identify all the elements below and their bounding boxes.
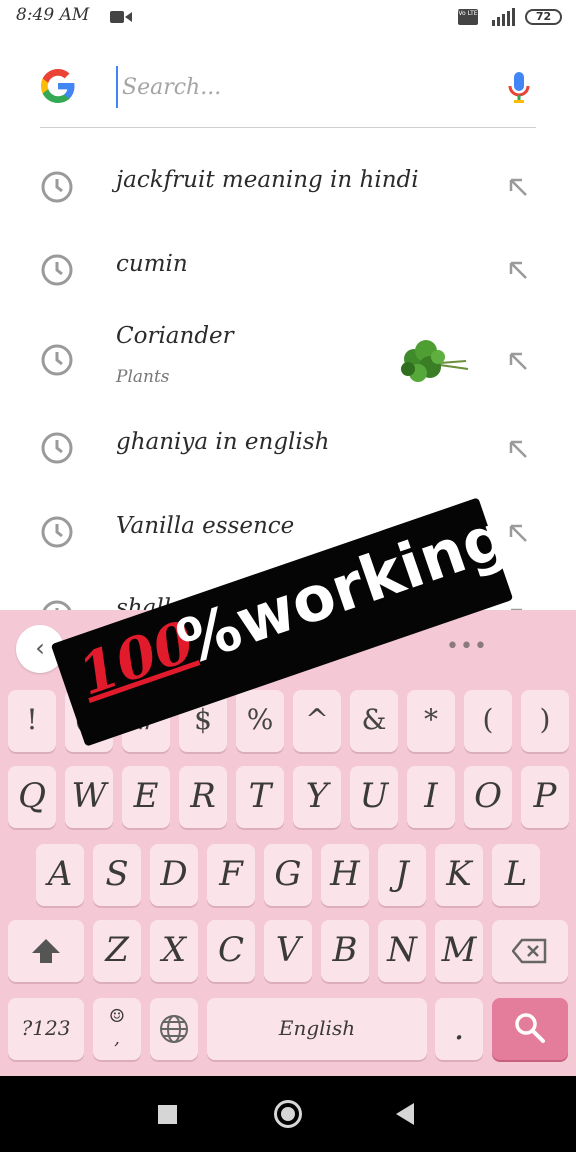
key-letter[interactable]: C [207,920,255,982]
key-letter[interactable]: O [464,766,512,828]
key-letter[interactable]: H [321,844,369,906]
history-clock-icon [41,171,73,203]
key-symbol[interactable]: % [236,690,284,752]
navigation-bar [0,1076,576,1152]
key-letter[interactable]: Q [8,766,56,828]
key-letter[interactable]: T [236,766,284,828]
search-icon [515,1013,545,1043]
suggestion-item[interactable]: ghaniya in english [0,411,576,495]
globe-icon [160,1015,188,1043]
history-clock-icon [41,432,73,464]
key-letter[interactable]: F [207,844,255,906]
key-letter[interactable]: R [179,766,227,828]
search-key[interactable] [492,998,568,1060]
shift-arrow-icon [32,939,60,963]
key-letter[interactable]: G [264,844,312,906]
key-letter[interactable]: Z [93,920,141,982]
key-symbol[interactable]: ) [521,690,569,752]
key-letter[interactable]: V [264,920,312,982]
key-letter[interactable]: A [36,844,84,906]
history-clock-icon [41,516,73,548]
key-letter[interactable]: X [150,920,198,982]
suggestion-subtitle: Plants [116,367,170,387]
history-clock-icon [41,254,73,286]
key-symbol[interactable]: & [350,690,398,752]
key-letter[interactable]: B [321,920,369,982]
coriander-thumbnail [401,340,469,382]
volte-icon: Vo LTE [458,9,478,25]
suggestion-text: ghaniya in english [116,429,330,455]
battery-indicator: 72 [525,9,562,25]
key-letter[interactable]: L [492,844,540,906]
backspace-key[interactable] [492,920,568,982]
backspace-icon [511,938,547,964]
key-letter[interactable]: S [93,844,141,906]
key-letter[interactable]: U [350,766,398,828]
key-letter[interactable]: Y [293,766,341,828]
status-time: 8:49 AM [16,5,90,25]
home-icon[interactable] [274,1100,302,1128]
history-clock-icon [41,344,73,376]
suggestion-text: Coriander [116,323,234,349]
fill-query-arrow-icon[interactable] [506,349,530,373]
recent-apps-icon[interactable] [158,1105,177,1124]
key-letter[interactable]: M [435,920,483,982]
key-letter[interactable]: J [378,844,426,906]
fill-query-arrow-icon[interactable] [506,175,530,199]
more-options-button[interactable]: ••• [446,634,488,659]
key-symbol[interactable]: ! [8,690,56,752]
video-camera-icon [110,11,132,23]
suggestion-text: Vanilla essence [116,513,295,539]
numbers-key[interactable]: ?123 [8,998,84,1060]
google-logo-icon [41,69,75,103]
fill-query-arrow-icon[interactable] [506,437,530,461]
emoji-icon: ☺ [108,1006,126,1027]
key-symbol[interactable]: * [407,690,455,752]
fill-query-arrow-icon[interactable] [506,258,530,282]
suggestion-item[interactable]: jackfruit meaning in hindi [0,145,576,229]
key-symbol[interactable]: ( [464,690,512,752]
key-symbol[interactable]: ^ [293,690,341,752]
shift-key[interactable] [8,920,84,982]
suggestion-item[interactable]: Coriander Plants [0,315,576,411]
key-letter[interactable]: P [521,766,569,828]
search-input[interactable] [116,66,486,108]
key-letter[interactable]: W [65,766,113,828]
fill-query-arrow-icon[interactable] [506,521,530,545]
language-key[interactable] [150,998,198,1060]
suggestion-text: jackfruit meaning in hindi [116,167,419,193]
search-bar [40,56,536,128]
key-letter[interactable]: E [122,766,170,828]
microphone-icon[interactable] [506,70,532,106]
key-letter[interactable]: I [407,766,455,828]
key-letter[interactable]: D [150,844,198,906]
key-letter[interactable]: K [435,844,483,906]
space-bar[interactable]: English [207,998,427,1060]
key-letter[interactable]: N [378,920,426,982]
suggestion-item[interactable]: cumin [0,229,576,313]
suggestion-text: cumin [116,251,188,277]
history-clock-icon [42,600,72,610]
signal-icon [492,8,515,26]
period-key[interactable]: . [435,998,483,1060]
back-icon[interactable] [396,1103,414,1125]
status-bar: 8:49 AM Vo LTE 72 [0,0,576,34]
emoji-comma-key[interactable]: ☺ , [93,998,141,1060]
comma-label: , [114,1028,120,1049]
